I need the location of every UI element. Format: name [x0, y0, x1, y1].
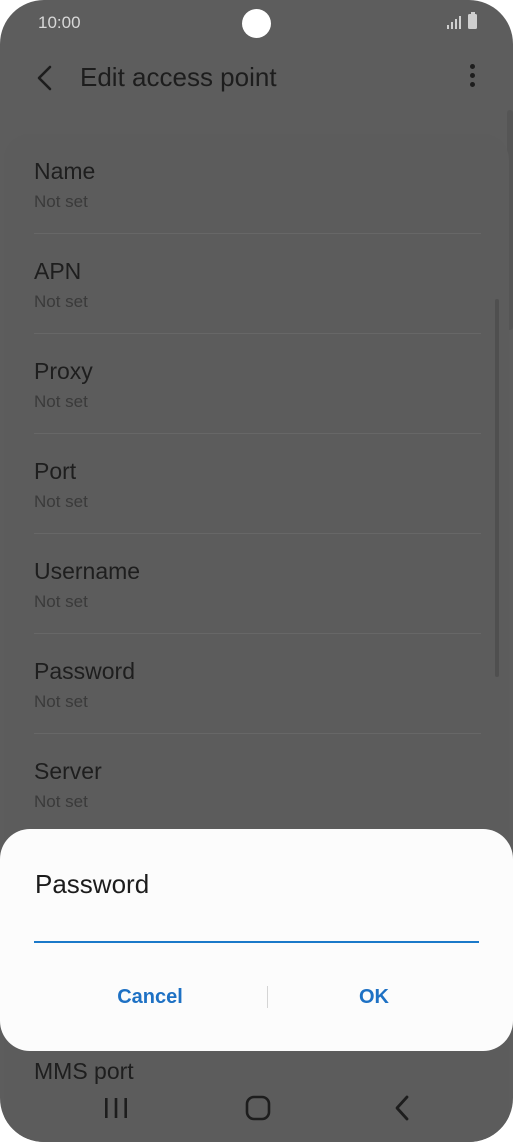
nav-back-icon[interactable] [383, 1088, 423, 1128]
list-item-label: Name [34, 158, 96, 184]
list-item-label: Proxy [34, 358, 93, 384]
front-camera [242, 9, 271, 38]
list-item-apn[interactable]: APN Not set [34, 234, 481, 334]
list-item-username[interactable]: Username Not set [34, 534, 481, 634]
scrollbar[interactable] [495, 299, 499, 677]
list-item-label: Username [34, 558, 141, 584]
signal-icon [446, 15, 461, 29]
button-divider [267, 986, 268, 1008]
status-time: 10:00 [38, 13, 81, 32]
list-item-password[interactable]: Password Not set [34, 634, 481, 734]
dialog-title: Password [35, 869, 150, 899]
password-dialog: Password Cancel OK [0, 829, 513, 1051]
back-arrow-icon[interactable] [30, 62, 62, 94]
list-item-value: Not set [34, 392, 88, 411]
list-item-name[interactable]: Name Not set [34, 134, 481, 234]
home-icon[interactable] [238, 1088, 278, 1128]
list-item-proxy[interactable]: Proxy Not set [34, 334, 481, 434]
list-item-value: Not set [34, 792, 88, 811]
list-item-label: APN [34, 258, 82, 284]
password-input[interactable] [34, 909, 479, 943]
list-item-port[interactable]: Port Not set [34, 434, 481, 534]
list-item-server[interactable]: Server Not set [34, 734, 481, 834]
list-item-label: Port [34, 458, 77, 484]
list-item-value: Not set [34, 692, 88, 711]
status-bar: 10:00 [0, 0, 513, 46]
list-item-value: Not set [34, 192, 88, 211]
dialog-buttons: Cancel OK [0, 979, 513, 1015]
cancel-button[interactable]: Cancel [50, 979, 250, 1015]
list-item-value: Not set [34, 492, 88, 511]
page-title: Edit access point [80, 62, 277, 92]
list-item-value: Not set [34, 592, 88, 611]
phone-screen: 10:00 Edit access point Name Not set APN… [0, 0, 513, 1142]
list-item-value: Not set [34, 292, 88, 311]
list-item-label: Password [34, 658, 135, 684]
ok-button[interactable]: OK [274, 979, 474, 1015]
recents-icon[interactable] [96, 1088, 136, 1128]
navigation-bar [0, 1070, 513, 1142]
list-item-label: Server [34, 758, 102, 784]
more-vert-icon[interactable] [465, 64, 479, 94]
battery-icon [468, 12, 477, 29]
status-icons [446, 12, 477, 29]
app-bar: Edit access point [0, 50, 513, 106]
